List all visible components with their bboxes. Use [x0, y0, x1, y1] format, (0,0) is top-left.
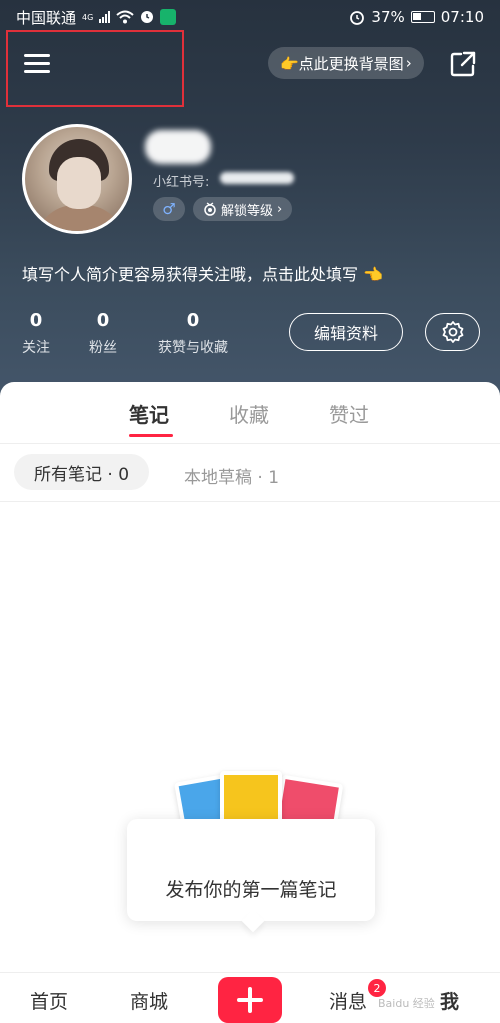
gender-badge: ♂: [153, 197, 185, 221]
menu-icon[interactable]: [24, 52, 52, 74]
battery-icon: [410, 11, 435, 23]
empty-state-text: 发布你的第一篇笔记: [165, 879, 337, 901]
share-icon[interactable]: [450, 51, 476, 77]
following-count: 0: [29, 310, 43, 331]
wifi-icon: [116, 10, 134, 24]
stat-following[interactable]: 0 关注: [22, 310, 50, 357]
unlock-level-label: 解锁等级: [221, 203, 274, 219]
note-filters: 所有笔记 · 0 本地草稿 · 1: [0, 444, 500, 502]
publish-button[interactable]: [218, 977, 282, 1023]
tab-collections[interactable]: 收藏: [229, 399, 269, 428]
rednote-id-redacted: [220, 172, 294, 184]
empty-state-card: 发布你的第一篇笔记: [127, 819, 375, 921]
stat-likes-collects[interactable]: 0 获赞与收藏: [158, 310, 228, 357]
unlock-level-button[interactable]: 解锁等级 ›: [193, 197, 293, 221]
nav-home[interactable]: 首页: [30, 987, 68, 1014]
following-label: 关注: [22, 340, 50, 356]
tab-liked[interactable]: 赞过: [329, 399, 369, 428]
battery-percent: 37%: [371, 8, 405, 26]
clock: 07:10: [440, 8, 484, 26]
stat-followers[interactable]: 0 粉丝: [89, 310, 117, 357]
bio-prompt[interactable]: 填写个人简介更容易获得关注哦，点击此处填写 👈: [22, 261, 383, 285]
change-background-button[interactable]: 👉点此更换背景图 ›: [268, 47, 424, 79]
gear-icon: [442, 321, 463, 343]
settings-button[interactable]: [425, 313, 480, 351]
tab-notes[interactable]: 笔记: [129, 399, 169, 428]
chevron-right-icon: ›: [277, 201, 283, 217]
edit-profile-button[interactable]: 编辑资料: [289, 313, 403, 351]
filter-local-drafts[interactable]: 本地草稿 · 1: [184, 463, 279, 488]
likes-collects-count: 0: [186, 310, 200, 331]
followers-count: 0: [96, 310, 110, 331]
alarm-icon: [350, 11, 365, 25]
plus-icon: [237, 987, 263, 1013]
status-bar: 中国联通 4G 37% 07:10: [0, 0, 500, 34]
medal-icon: [204, 202, 216, 216]
notes-panel: 笔记 收藏 赞过 所有笔记 · 0 本地草稿 · 1 发布你的第一篇笔记: [0, 382, 500, 972]
profile-tabs: 笔记 收藏 赞过: [0, 382, 500, 444]
avatar[interactable]: [22, 124, 132, 234]
nav-mall[interactable]: 商城: [130, 987, 168, 1014]
watermark: Baidu 经验: [378, 997, 435, 1010]
network-type: 4G: [82, 12, 94, 22]
rednote-id-label: 小红书号:: [153, 175, 210, 190]
app-notification-icon: [160, 9, 177, 25]
signal-icon: [99, 11, 111, 23]
nickname-redacted: [145, 130, 211, 164]
active-tab-indicator: [129, 434, 173, 437]
carrier-label: 中国联通: [16, 8, 77, 27]
nav-messages[interactable]: 消息: [329, 987, 367, 1014]
male-icon: ♂: [162, 200, 176, 218]
followers-label: 粉丝: [89, 340, 117, 356]
likes-collects-label: 获赞与收藏: [158, 340, 228, 356]
filter-all-notes[interactable]: 所有笔记 · 0: [14, 454, 150, 490]
chevron-right-icon: ›: [405, 54, 412, 72]
nav-me[interactable]: 我: [440, 987, 459, 1014]
alarm-notification-icon: [141, 11, 154, 23]
change-background-label: 👉点此更换背景图: [280, 54, 404, 73]
